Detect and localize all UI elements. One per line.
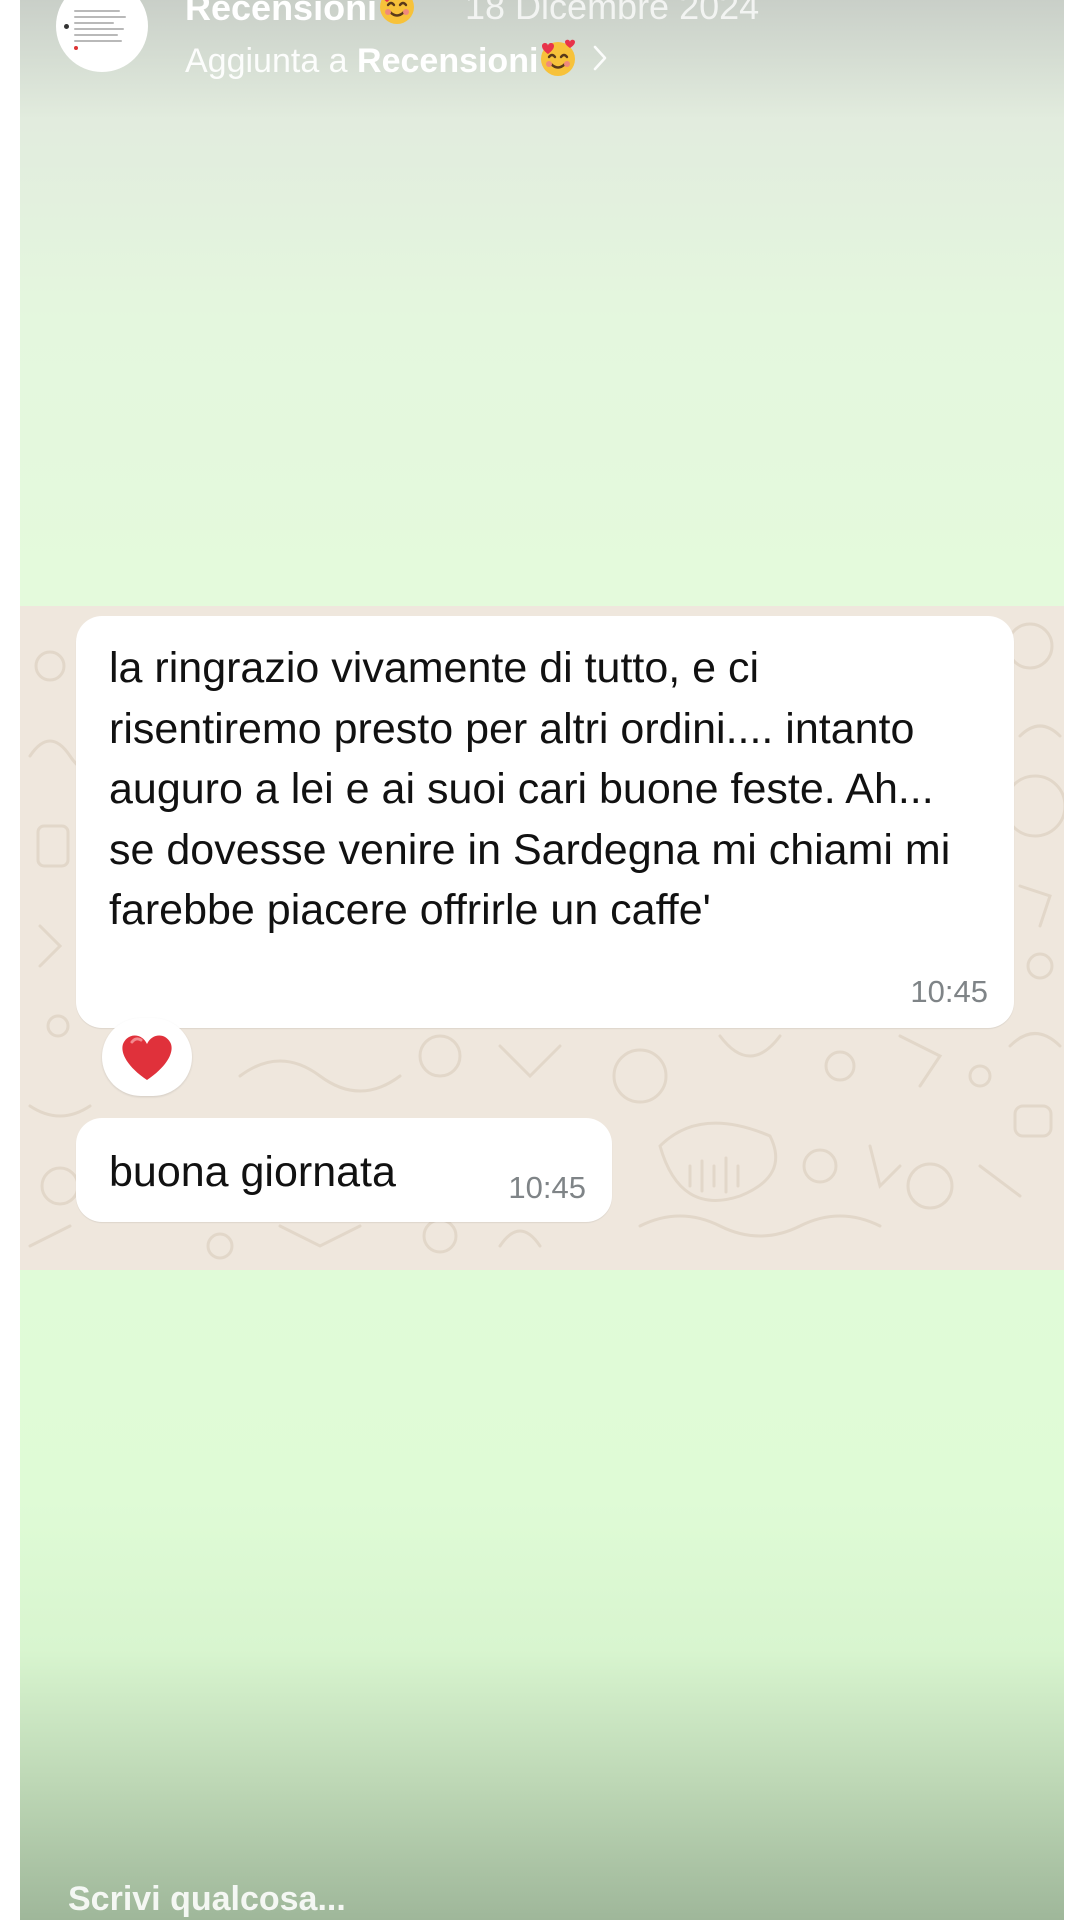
message-timestamp: 10:45 <box>508 1170 586 1205</box>
story-date: 18 Dicembre 2024 <box>465 0 760 27</box>
smiling-face-with-hearts-icon <box>538 38 578 78</box>
red-heart-icon <box>122 1035 172 1080</box>
highlight-avatar[interactable] <box>56 0 148 72</box>
message-reaction[interactable] <box>102 1018 192 1096</box>
added-to-prefix: Aggiunta a <box>185 42 358 80</box>
message-bubble[interactable]: la ringrazio vivamente di tutto, e ci ri… <box>76 616 1014 1028</box>
message-bubble[interactable]: buona giornata 10:45 <box>76 1118 612 1222</box>
chevron-right-icon <box>592 42 608 81</box>
smiling-face-with-hearts-icon <box>377 0 417 26</box>
message-text: la ringrazio vivamente di tutto, e ci ri… <box>109 644 951 934</box>
chat-screenshot: la ringrazio vivamente di tutto, e ci ri… <box>20 606 1064 1270</box>
highlight-title[interactable]: Recensioni <box>185 0 417 29</box>
message-text: buona giornata <box>109 1148 396 1196</box>
reply-input[interactable]: Scrivi qualcosa... <box>68 1880 346 1919</box>
highlight-name: Recensioni <box>185 0 378 28</box>
message-timestamp: 10:45 <box>910 974 988 1009</box>
story-viewer[interactable]: Recensioni 18 Dicembre 2024 Aggiunta a R… <box>20 0 1064 1920</box>
added-to-name: Recensioni <box>357 42 539 80</box>
story-header: Recensioni 18 Dicembre 2024 Aggiunta a R… <box>20 0 1064 110</box>
added-to-link[interactable]: Aggiunta a Recensioni <box>185 38 608 81</box>
